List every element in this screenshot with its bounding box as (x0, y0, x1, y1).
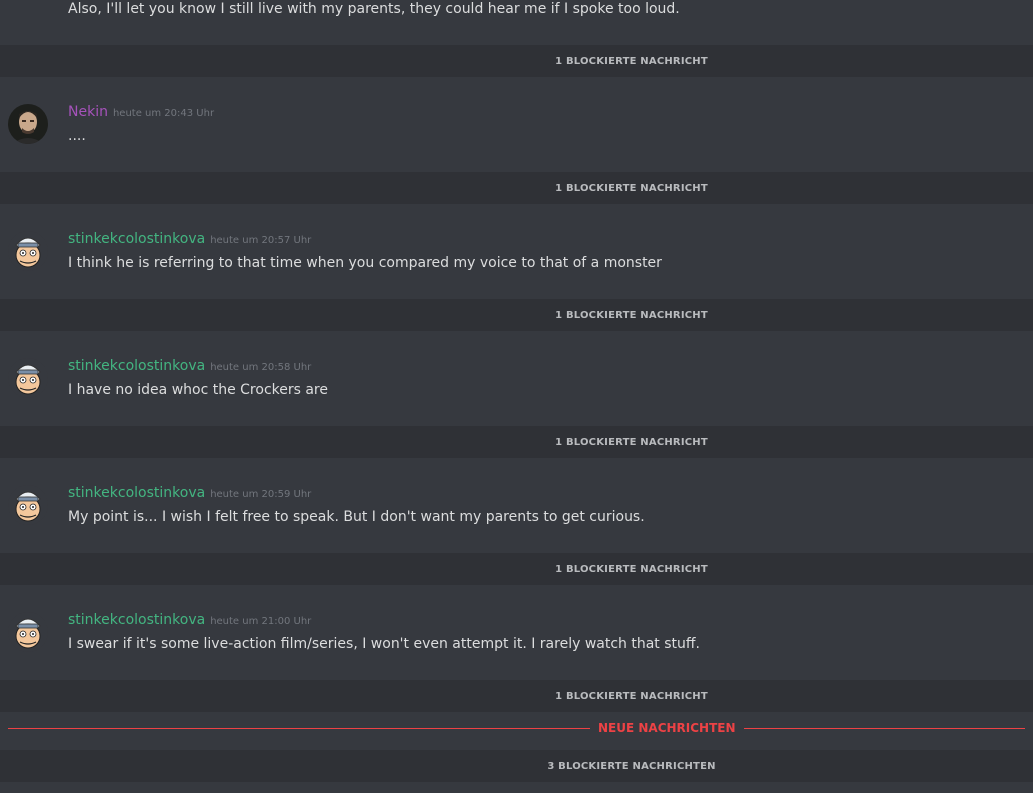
message-header: stinkekcolostinkova heute um 20:59 Uhr (68, 485, 311, 501)
blocked-message-label[interactable]: 3 BLOCKIERTE NACHRICHTEN (317, 761, 715, 772)
divider-line (743, 727, 1025, 729)
username[interactable]: stinkekcolostinkova (68, 231, 205, 247)
avatar[interactable] (8, 231, 48, 271)
blocked-message-label[interactable]: 1 BLOCKIERTE NACHRICHT (325, 310, 708, 321)
new-messages-divider: NEUE NACHRICHTEN (8, 720, 1025, 736)
message-content: .... (68, 128, 86, 144)
timestamp: heute um 21:00 Uhr (210, 616, 312, 627)
timestamp: heute um 20:43 Uhr (112, 108, 215, 119)
username[interactable]: stinkekcolostinkova (68, 485, 205, 501)
blocked-message-label[interactable]: 1 BLOCKIERTE NACHRICHT (325, 564, 708, 575)
avatar[interactable] (8, 104, 48, 144)
message-content: I swear if it's some live-action film/se… (68, 636, 700, 652)
blocked-message-label[interactable]: 1 BLOCKIERTE NACHRICHT (325, 437, 708, 448)
timestamp: heute um 20:57 Uhr (210, 235, 312, 246)
message-header: Nekin heute um 20:43 Uhr (68, 104, 214, 120)
username[interactable]: Nekin (68, 104, 108, 120)
message-header: stinkekcolostinkova heute um 20:57 Uhr (68, 231, 311, 247)
avatar[interactable] (8, 358, 48, 398)
username[interactable]: stinkekcolostinkova (68, 358, 205, 374)
blocked-message-bar[interactable]: 1 BLOCKIERTE NACHRICHT (0, 172, 1033, 204)
username[interactable]: stinkekcolostinkova (68, 612, 205, 628)
blocked-message-bar[interactable]: 1 BLOCKIERTE NACHRICHT (0, 45, 1033, 77)
divider-line (8, 727, 590, 729)
message-content: I have no idea whoc the Crockers are (68, 382, 328, 398)
message-header: stinkekcolostinkova heute um 21:00 Uhr (68, 612, 311, 628)
blocked-message-bar[interactable]: 1 BLOCKIERTE NACHRICHT (0, 426, 1033, 458)
blocked-message-bar[interactable]: 1 BLOCKIERTE NACHRICHT (0, 680, 1033, 712)
blocked-message-bar[interactable]: 1 BLOCKIERTE NACHRICHT (0, 299, 1033, 331)
blocked-message-label[interactable]: 1 BLOCKIERTE NACHRICHT (325, 183, 708, 194)
message-content: Also, I'll let you know I still live wit… (68, 1, 680, 17)
avatar[interactable] (8, 612, 48, 652)
message-header: stinkekcolostinkova heute um 20:58 Uhr (68, 358, 311, 374)
timestamp: heute um 20:59 Uhr (210, 489, 312, 500)
new-messages-label: NEUE NACHRICHTEN (598, 721, 736, 735)
blocked-message-bar[interactable]: 3 BLOCKIERTE NACHRICHTEN (0, 750, 1033, 782)
avatar[interactable] (8, 485, 48, 525)
message-content: My point is... I wish I felt free to spe… (68, 509, 645, 525)
chat-messages-area: Also, I'll let you know I still live wit… (0, 0, 1033, 793)
message-content: I think he is referring to that time whe… (68, 255, 662, 271)
blocked-message-label[interactable]: 1 BLOCKIERTE NACHRICHT (325, 56, 708, 67)
blocked-message-bar[interactable]: 1 BLOCKIERTE NACHRICHT (0, 553, 1033, 585)
timestamp: heute um 20:58 Uhr (210, 362, 312, 373)
blocked-message-label[interactable]: 1 BLOCKIERTE NACHRICHT (325, 691, 708, 702)
